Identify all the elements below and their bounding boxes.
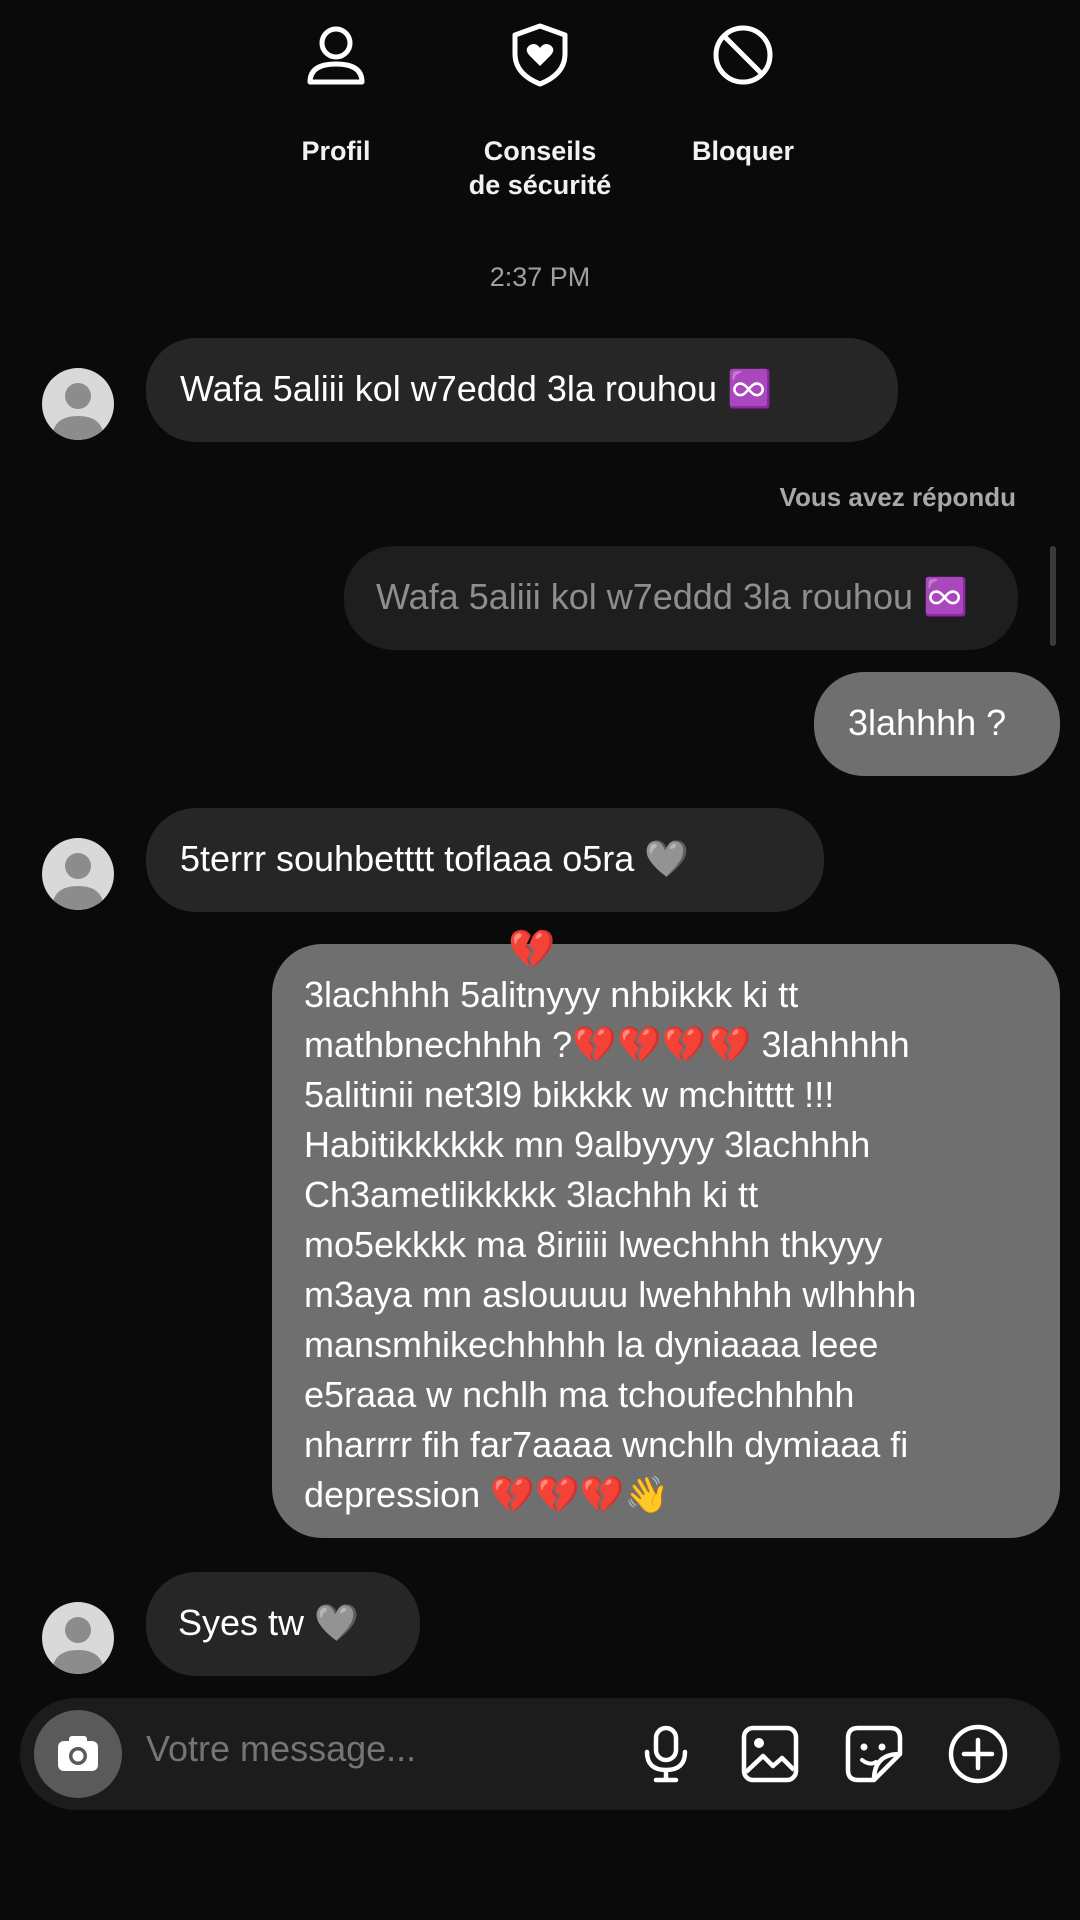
message-line: 3lachhhh 5alitnyyy nhbikkk ki tt xyxy=(304,974,799,1015)
avatar[interactable] xyxy=(42,1602,114,1674)
outgoing-message[interactable]: 3lahhhh ? xyxy=(814,672,1060,776)
message-timestamp: 2:37 PM xyxy=(489,262,591,292)
message-line: depression 💔💔💔👋 xyxy=(304,1474,670,1515)
person-icon xyxy=(301,20,371,90)
camera-button[interactable] xyxy=(34,1710,122,1798)
outgoing-long-message[interactable]: 3lachhhh 5alitnyyy nhbikkk ki tt mathbne… xyxy=(272,944,1060,1538)
sticker-button[interactable] xyxy=(842,1722,906,1786)
replied-label: Vous avez répondu xyxy=(779,482,1016,512)
image-icon xyxy=(741,1725,799,1783)
message-input[interactable] xyxy=(146,1728,626,1770)
message-text: Syes tw 🩶 xyxy=(178,1602,359,1643)
avatar[interactable] xyxy=(42,368,114,440)
message-line: Ch3ametlikkkkk 3lachhh ki tt xyxy=(304,1174,759,1215)
profile-action[interactable]: Profil xyxy=(286,20,386,168)
message-line: mansmhikechhhhh la dyniaaaa leee xyxy=(304,1324,879,1365)
safety-label-line2: de sécurité xyxy=(468,170,612,200)
safety-tips-label: Conseils de sécurité xyxy=(440,134,640,202)
avatar[interactable] xyxy=(42,838,114,910)
more-button[interactable] xyxy=(946,1722,1010,1786)
scrollbar[interactable] xyxy=(1050,546,1056,646)
message-text: Wafa 5aliii kol w7eddd 3la rouhou ♾️ xyxy=(180,368,772,409)
message-composer xyxy=(20,1698,1060,1810)
safety-tips-action[interactable]: Conseils de sécurité xyxy=(440,20,640,202)
plus-circle-icon xyxy=(948,1724,1008,1784)
message-line: nharrrr fih far7aaaa wnchlh dymiaaa fi xyxy=(304,1424,909,1465)
incoming-message[interactable]: Wafa 5aliii kol w7eddd 3la rouhou ♾️ xyxy=(146,338,898,442)
message-text: 3lahhhh ? xyxy=(848,702,1007,743)
gallery-button[interactable] xyxy=(738,1722,802,1786)
block-action[interactable]: Bloquer xyxy=(683,20,803,168)
message-line: e5raaa w nchlh ma tchoufechhhhh xyxy=(304,1374,855,1415)
profile-label: Profil xyxy=(301,136,371,166)
camera-icon xyxy=(58,1736,98,1771)
incoming-message[interactable]: Syes tw 🩶 xyxy=(146,1572,420,1676)
quoted-text: Wafa 5aliii kol w7eddd 3la rouhou ♾️ xyxy=(376,576,968,617)
safety-label-line1: Conseils xyxy=(483,136,597,166)
shield-heart-icon xyxy=(505,20,575,90)
block-label: Bloquer xyxy=(691,136,794,166)
thread-header-actions: Profil Conseils de sécurité Bloquer xyxy=(0,20,1080,200)
message-text: 5terrr souhbetttt toflaaa o5ra 🩶 xyxy=(180,838,690,879)
broken-heart-reaction[interactable]: 💔 xyxy=(508,930,555,970)
quoted-message[interactable]: Wafa 5aliii kol w7eddd 3la rouhou ♾️ xyxy=(344,546,1018,650)
message-line: mo5ekkkk ma 8iriiii lwechhhh thkyyy xyxy=(304,1224,883,1265)
block-icon xyxy=(708,20,778,90)
message-line: 5alitinii net3l9 bikkkk w mchitttt !!! xyxy=(304,1074,835,1115)
microphone-icon xyxy=(644,1725,688,1783)
message-line: Habitikkkkkk mn 9albyyyy 3lachhhh xyxy=(304,1124,871,1165)
sticker-icon xyxy=(845,1725,903,1783)
incoming-message[interactable]: 5terrr souhbetttt toflaaa o5ra 🩶 xyxy=(146,808,824,912)
message-line: mathbnechhhh ?💔💔💔💔 3lahhhhh xyxy=(304,1024,910,1065)
message-line: m3aya mn aslouuuu lwehhhhh wlhhhh xyxy=(304,1274,917,1315)
microphone-button[interactable] xyxy=(634,1722,698,1786)
